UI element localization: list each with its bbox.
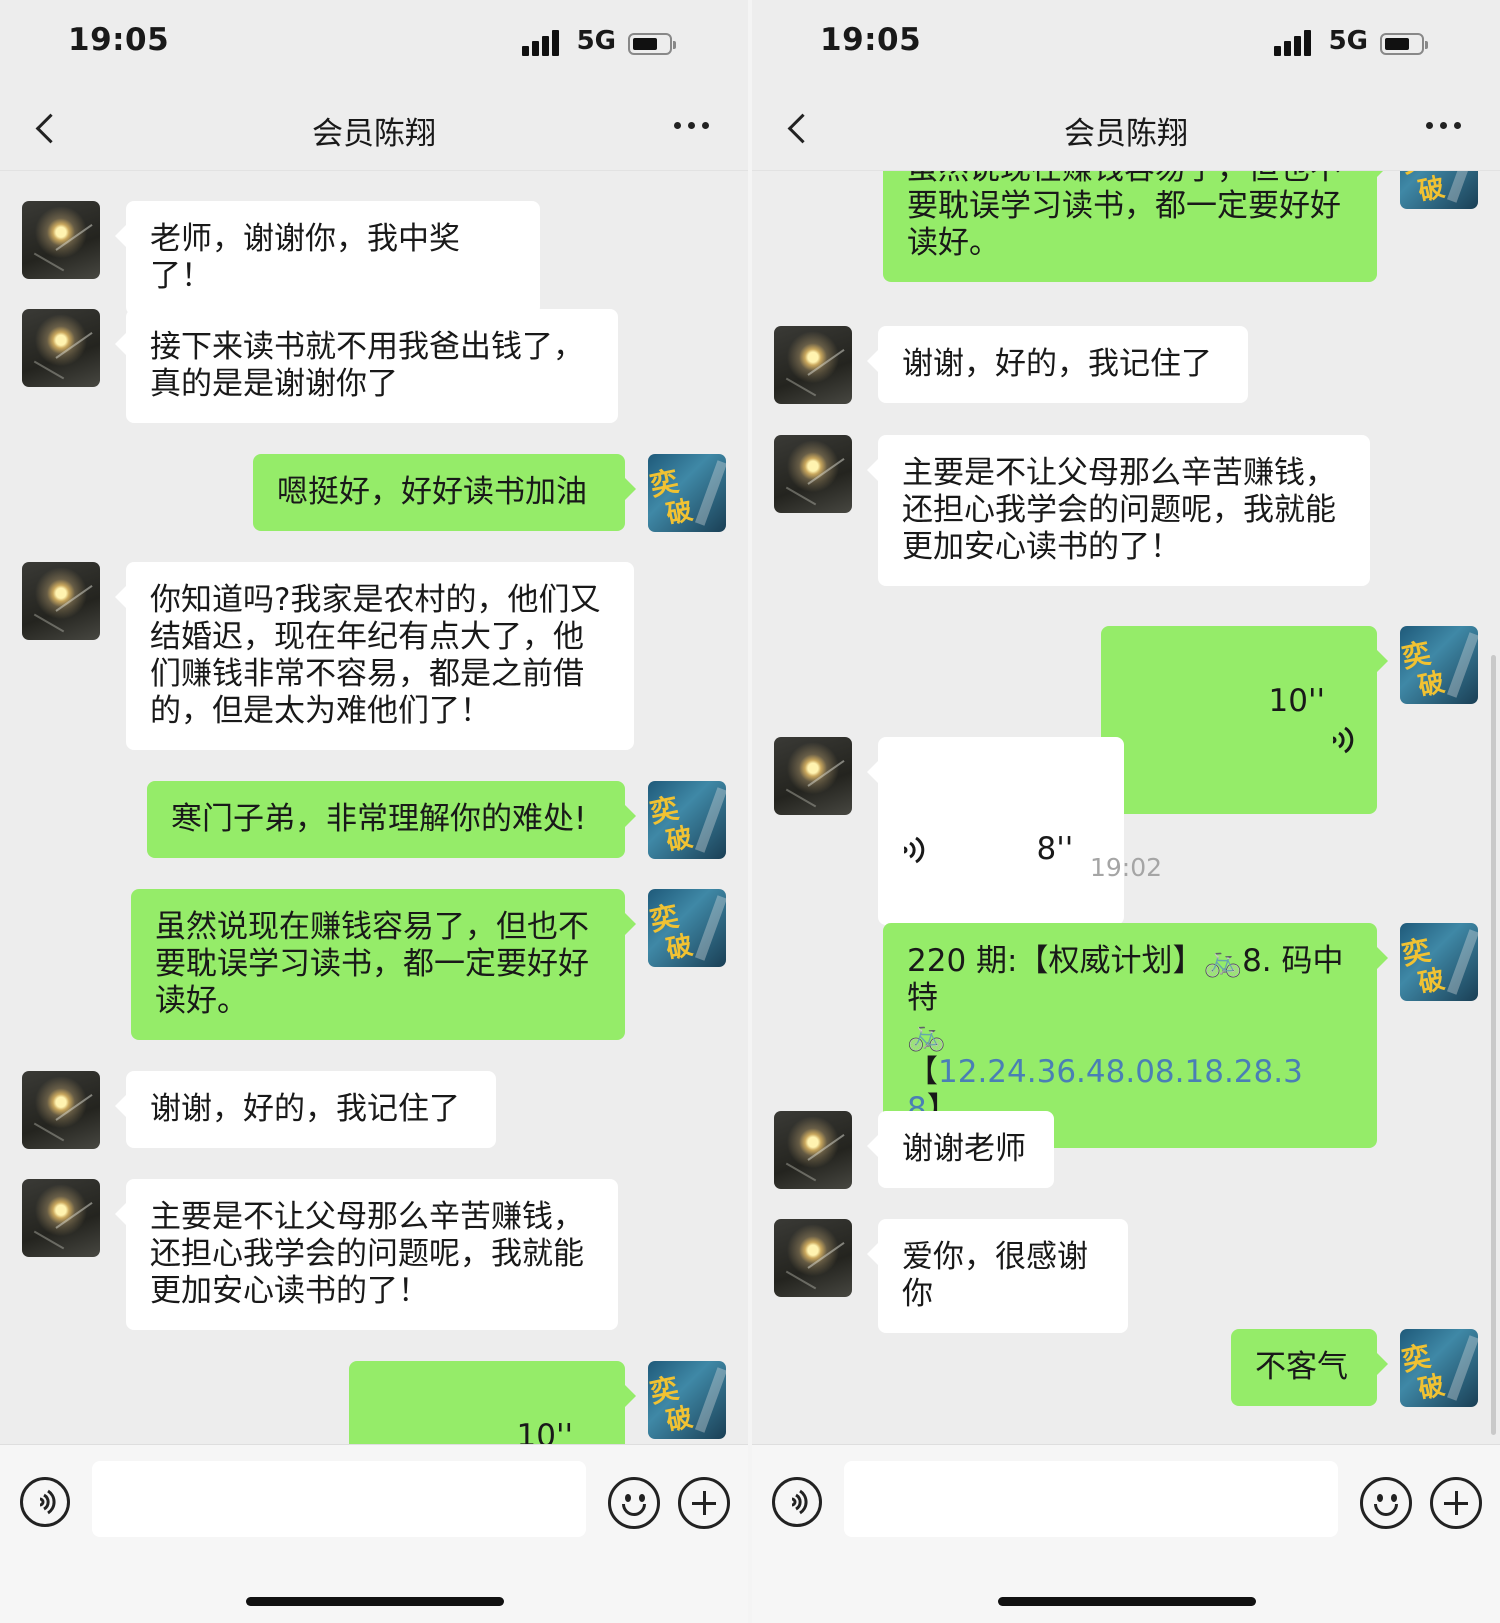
- phone-screen-left: 19:05 5G 会员陈翔 老师，谢谢你，我中奖了！ 接下来读书就不用我爸出钱了…: [0, 0, 748, 1623]
- message-bubble[interactable]: 接下来读书就不用我爸出钱了， 真的是是谢谢你了: [115, 309, 618, 423]
- contact-avatar[interactable]: [22, 562, 100, 640]
- my-avatar[interactable]: [1400, 171, 1478, 209]
- signal-icon: [1274, 30, 1314, 56]
- message-input[interactable]: [844, 1461, 1338, 1537]
- home-indicator: [998, 1597, 1256, 1606]
- voice-wave-icon: [1329, 651, 1355, 754]
- contact-avatar[interactable]: [22, 1179, 100, 1257]
- chat-title: 会员陈翔: [312, 116, 436, 152]
- my-avatar[interactable]: [1400, 923, 1478, 1001]
- emoji-icon[interactable]: [1360, 1477, 1412, 1529]
- contact-avatar[interactable]: [774, 326, 852, 404]
- message-bubble[interactable]: 谢谢，好的，我记住了: [115, 1071, 496, 1148]
- my-avatar[interactable]: [1400, 1329, 1478, 1407]
- voice-wave-icon: [577, 1386, 603, 1416]
- contact-avatar[interactable]: [774, 1111, 852, 1189]
- screenshot-pair: 19:05 5G 会员陈翔 老师，谢谢你，我中奖了！ 接下来读书就不用我爸出钱了…: [0, 0, 1500, 1623]
- message-bubble[interactable]: 你知道吗?我家是农村的，他们又 结婚迟，现在年纪有点大了，他 们赚钱非常不容易，…: [115, 562, 634, 750]
- message-bubble[interactable]: 老师，谢谢你，我中奖了！: [115, 201, 540, 315]
- plus-icon[interactable]: [1430, 1477, 1482, 1529]
- message-list[interactable]: 虽然说现在赚钱容易了，但也不 要耽误学习读书，都一定要好好 读好。 谢谢，好的，…: [752, 171, 1500, 1444]
- scrollbar[interactable]: [1491, 655, 1496, 1435]
- voice-duration: 10'': [516, 1418, 574, 1444]
- status-bar: 19:05 5G: [752, 0, 1500, 90]
- voice-message[interactable]: 10'': [349, 1361, 636, 1444]
- message-bubble[interactable]: 虽然说现在赚钱容易了，但也不 要耽误学习读书，都一定要好好 读好。: [883, 171, 1388, 282]
- plan-text: 220 期:【权威计划】🚲8. 码中特 🚲: [907, 943, 1344, 1053]
- voice-mode-icon[interactable]: [20, 1477, 70, 1527]
- contact-avatar[interactable]: [22, 309, 100, 387]
- message-input[interactable]: [92, 1461, 586, 1537]
- input-bar: [752, 1444, 1500, 1623]
- my-avatar[interactable]: [648, 781, 726, 859]
- battery-icon: [628, 33, 676, 55]
- my-avatar[interactable]: [648, 454, 726, 532]
- battery-icon: [1380, 33, 1428, 55]
- message-bubble[interactable]: 虽然说现在赚钱容易了，但也不 要耽误学习读书，都一定要好好 读好。: [131, 889, 636, 1040]
- voice-message[interactable]: 10'': [1101, 626, 1388, 814]
- status-bar: 19:05 5G: [0, 0, 748, 90]
- message-bubble[interactable]: 寒门子弟，非常理解你的难处!: [147, 781, 636, 858]
- message-list[interactable]: 老师，谢谢你，我中奖了！ 接下来读书就不用我爸出钱了， 真的是是谢谢你了 嗯挺好…: [0, 171, 748, 1444]
- status-time: 19:05: [820, 22, 922, 58]
- emoji-icon[interactable]: [608, 1477, 660, 1529]
- contact-avatar[interactable]: [774, 435, 852, 513]
- network-type: 5G: [576, 26, 616, 56]
- home-indicator: [246, 1597, 504, 1606]
- message-bubble[interactable]: 嗯挺好，好好读书加油: [253, 454, 636, 531]
- voice-message[interactable]: 8'': [867, 737, 1124, 925]
- bracket-open: 【: [907, 1054, 938, 1090]
- network-type: 5G: [1328, 26, 1368, 56]
- chat-header: 会员陈翔: [0, 90, 748, 171]
- contact-avatar[interactable]: [22, 201, 100, 279]
- message-bubble[interactable]: 爱你，很感谢你: [867, 1219, 1128, 1333]
- contact-avatar[interactable]: [774, 1219, 852, 1297]
- message-bubble[interactable]: 主要是不让父母那么辛苦赚钱， 还担心我学会的问题呢，我就能 更加安心读书的了！: [867, 435, 1370, 586]
- voice-wave-icon: [898, 761, 926, 864]
- message-bubble[interactable]: 不客气: [1231, 1329, 1388, 1406]
- phone-screen-right: 19:05 5G 会员陈翔 虽然说现在赚钱容易了，但也不 要耽误学习读书，都一定…: [752, 0, 1500, 1623]
- message-bubble[interactable]: 谢谢老师: [867, 1111, 1054, 1188]
- message-timestamp: 19:02: [1089, 853, 1163, 882]
- status-time: 19:05: [68, 22, 170, 58]
- signal-icon: [522, 30, 562, 56]
- voice-duration: 10'': [1268, 683, 1326, 719]
- message-bubble[interactable]: 主要是不让父母那么辛苦赚钱， 还担心我学会的问题呢，我就能 更加安心读书的了！: [115, 1179, 618, 1330]
- contact-avatar[interactable]: [22, 1071, 100, 1149]
- chat-header: 会员陈翔: [752, 90, 1500, 171]
- my-avatar[interactable]: [648, 889, 726, 967]
- more-dots-icon[interactable]: [672, 116, 712, 136]
- contact-avatar[interactable]: [774, 737, 852, 815]
- chat-title: 会员陈翔: [1064, 116, 1188, 152]
- voice-mode-icon[interactable]: [772, 1477, 822, 1527]
- plus-icon[interactable]: [678, 1477, 730, 1529]
- message-bubble[interactable]: 谢谢，好的，我记住了: [867, 326, 1248, 403]
- more-dots-icon[interactable]: [1424, 116, 1464, 136]
- input-bar: [0, 1444, 748, 1623]
